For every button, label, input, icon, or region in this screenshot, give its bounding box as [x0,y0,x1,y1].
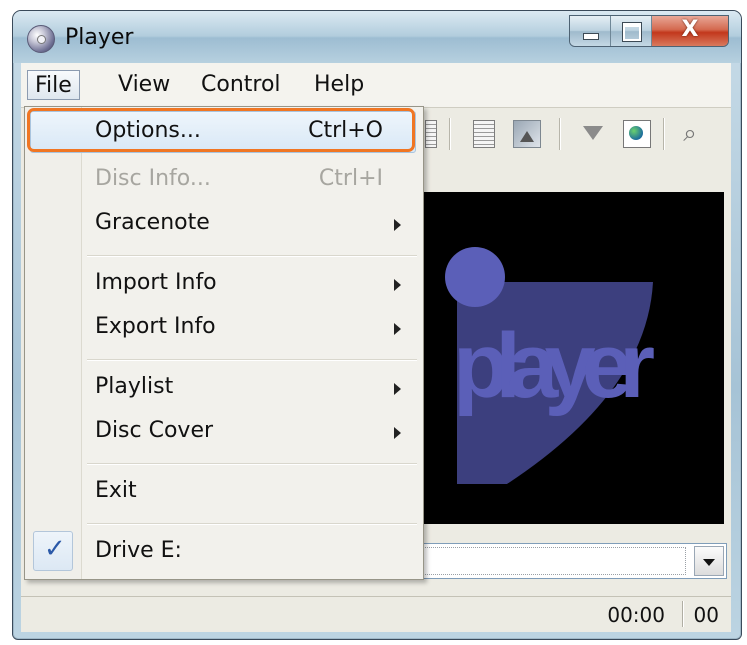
menu-item-label: Drive E: [95,538,182,563]
close-button[interactable]: X [652,16,728,46]
logo-text: player [453,315,654,417]
menu-item-label: Export Info [95,314,216,339]
globe-icon[interactable] [623,120,651,148]
toolbar-separator [663,118,664,150]
menu-item-options[interactable]: Options... Ctrl+O [25,113,423,153]
eject-arrow-icon[interactable] [583,126,603,140]
cd-drive-icon[interactable] [425,120,437,148]
submenu-arrow-icon [394,323,401,335]
menu-item-disc-cover[interactable]: Disc Cover [25,413,423,453]
menu-item-gracenote[interactable]: Gracenote [25,205,423,245]
image-icon[interactable] [513,120,541,148]
toolbar-separator [559,118,560,150]
menu-item-disc-info: Disc Info... Ctrl+I [25,161,423,201]
menu-item-playlist[interactable]: Playlist [25,369,423,409]
document-icon[interactable] [473,120,495,148]
menu-separator [87,463,417,465]
menu-item-label: Disc Cover [95,418,214,443]
caption-buttons: X [569,15,729,47]
maximize-button[interactable] [611,16,652,46]
menu-view[interactable]: View [111,70,177,100]
menu-bar: File View Control Help [21,63,731,108]
menu-separator [87,523,417,525]
menu-help[interactable]: Help [307,70,371,100]
menu-view-label: View [118,72,171,97]
menu-item-exit[interactable]: Exit [25,473,423,513]
menu-item-label: Options... [95,118,201,143]
menu-item-label: Exit [95,478,137,503]
menu-item-label: Import Info [95,270,217,295]
submenu-arrow-icon [394,427,401,439]
minimize-icon [583,33,599,40]
cd-disc-icon[interactable] [27,25,55,53]
menu-item-import-info[interactable]: Import Info [25,265,423,305]
search-icon[interactable]: ⌕ [677,120,703,146]
toolbar-separator [449,118,450,150]
minimize-button[interactable] [570,16,611,46]
submenu-arrow-icon [394,383,401,395]
status-time: 00:00 [607,603,665,627]
menu-help-label: Help [314,72,365,97]
close-icon: X [681,17,699,42]
player-display: player [417,192,724,524]
chevron-down-icon[interactable] [694,546,724,576]
menu-file[interactable]: File [27,70,80,100]
menu-separator [87,255,417,257]
player-logo: player [445,247,658,484]
window-title: Player [65,25,134,50]
submenu-arrow-icon [394,279,401,291]
status-track: 00 [693,603,719,627]
menu-separator [87,359,417,361]
submenu-arrow-icon [394,219,401,231]
maximize-icon [623,23,641,41]
menu-file-label: File [35,73,72,98]
menu-item-label: Gracenote [95,210,210,235]
title-bar[interactable]: Player X [13,11,741,63]
logo-dot [445,247,505,307]
menu-item-label: Disc Info... [95,166,211,191]
menu-item-drive-e[interactable]: Drive E: [25,533,423,573]
file-menu-dropdown: Options... Ctrl+O Disc Info... Ctrl+I Gr… [24,106,424,580]
menu-item-shortcut: Ctrl+I [318,166,383,191]
status-bar: 00:00 00 [21,596,731,632]
menu-control[interactable]: Control [194,70,288,100]
menu-item-shortcut: Ctrl+O [308,118,383,143]
menu-item-label: Playlist [95,374,174,399]
menu-item-export-info[interactable]: Export Info [25,309,423,349]
menu-control-label: Control [201,72,281,97]
status-divider [682,601,683,627]
